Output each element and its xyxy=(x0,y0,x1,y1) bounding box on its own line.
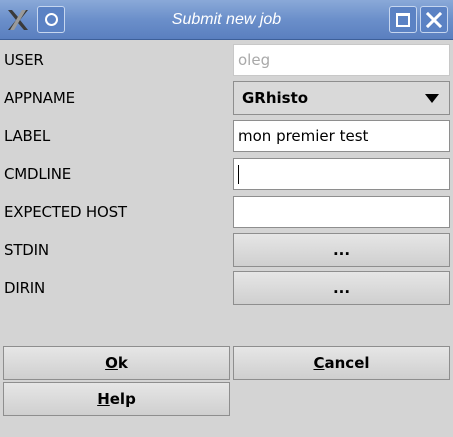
row-appname: APPNAME GRhisto xyxy=(0,80,453,116)
row-user: USER oleg xyxy=(0,42,453,78)
row-dirin: DIRIN ... xyxy=(0,270,453,306)
appname-value: GRhisto xyxy=(242,89,309,107)
user-label: USER xyxy=(4,51,44,69)
expected-host-label: EXPECTED HOST xyxy=(4,203,127,221)
cmdline-label: CMDLINE xyxy=(4,165,72,183)
row-stdin: STDIN ... xyxy=(0,232,453,268)
appname-select[interactable]: GRhisto xyxy=(233,81,450,115)
row-cmdline: CMDLINE xyxy=(0,156,453,192)
dirin-browse-button[interactable]: ... xyxy=(233,271,450,305)
stdin-browse-button[interactable]: ... xyxy=(233,233,450,267)
appname-label: APPNAME xyxy=(4,89,75,107)
help-mnemonic: H xyxy=(97,390,110,408)
user-field: oleg xyxy=(233,44,450,76)
stdin-label: STDIN xyxy=(4,241,49,259)
cancel-mnemonic: C xyxy=(313,354,325,372)
cancel-label-rest: ancel xyxy=(324,354,370,372)
ok-mnemonic: O xyxy=(105,354,118,372)
cancel-button[interactable]: Cancel xyxy=(233,346,450,380)
ok-label-rest: k xyxy=(117,354,128,372)
row-expected-host: EXPECTED HOST xyxy=(0,194,453,230)
x-logo-icon xyxy=(4,6,32,33)
expected-host-field[interactable] xyxy=(233,196,450,228)
window-title: Submit new job xyxy=(171,11,282,28)
row-label: LABEL mon premier test xyxy=(0,118,453,154)
cmdline-field[interactable] xyxy=(233,158,450,190)
title-bar: Submit new job xyxy=(0,0,453,40)
ok-button[interactable]: Ok xyxy=(3,346,230,380)
help-label-rest: elp xyxy=(109,390,136,408)
help-button[interactable]: Help xyxy=(3,382,230,416)
window-menu-icon[interactable] xyxy=(37,6,65,33)
maximize-icon[interactable] xyxy=(389,6,417,33)
label-field[interactable]: mon premier test xyxy=(233,120,450,152)
dropdown-arrow-icon xyxy=(425,94,439,103)
close-icon[interactable] xyxy=(420,6,448,33)
text-caret xyxy=(238,165,239,184)
label-label: LABEL xyxy=(4,127,51,145)
dirin-label: DIRIN xyxy=(4,279,46,297)
